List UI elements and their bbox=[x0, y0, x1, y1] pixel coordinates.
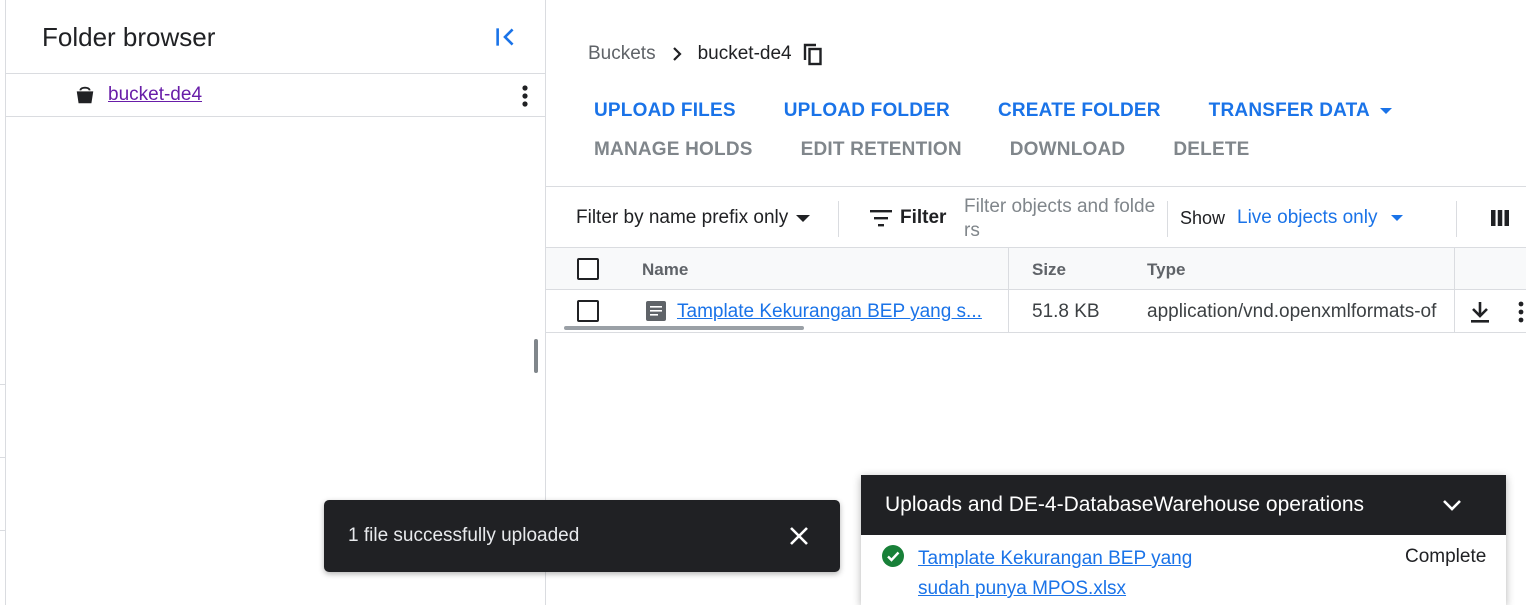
manage-holds-button[interactable]: MANAGE HOLDS bbox=[594, 139, 753, 161]
folder-browser-title: Folder browser bbox=[42, 22, 216, 52]
column-header-size[interactable]: Size bbox=[1032, 260, 1066, 280]
snackbar-message: 1 file successfully uploaded bbox=[348, 525, 580, 546]
chevron-down-icon[interactable] bbox=[1441, 495, 1463, 515]
row-checkbox[interactable] bbox=[577, 300, 599, 322]
uploads-panel-header[interactable]: Uploads and DE-4-DatabaseWarehouse opera… bbox=[861, 475, 1506, 535]
column-divider[interactable] bbox=[1008, 248, 1009, 290]
upload-snackbar: 1 file successfully uploaded bbox=[324, 500, 840, 572]
folder-browser-header: Folder browser bbox=[6, 0, 545, 74]
collapse-panel-icon[interactable] bbox=[492, 24, 518, 50]
more-vert-icon[interactable] bbox=[514, 82, 536, 110]
filter-bar: Filter by name prefix only Filter Filter… bbox=[546, 186, 1526, 248]
upload-folder-button[interactable]: UPLOAD FOLDER bbox=[784, 100, 950, 122]
tree-item-bucket[interactable]: bucket-de4 bbox=[6, 74, 545, 117]
upload-files-button[interactable]: UPLOAD FILES bbox=[594, 100, 736, 122]
uploaded-file-link[interactable]: Tamplate Kekurangan BEP yang sudah punya… bbox=[918, 544, 1218, 604]
dropdown-arrow-icon bbox=[1391, 215, 1404, 221]
copy-icon[interactable] bbox=[802, 42, 824, 66]
upload-status: Complete bbox=[1405, 546, 1487, 567]
bucket-icon bbox=[76, 86, 94, 104]
filter-mode-dropdown[interactable]: Filter by name prefix only bbox=[576, 207, 811, 229]
file-icon bbox=[646, 301, 666, 321]
filter-divider bbox=[1167, 201, 1168, 237]
uploads-panel-title: Uploads and DE-4-DatabaseWarehouse opera… bbox=[885, 493, 1365, 516]
dropdown-arrow-icon bbox=[796, 214, 811, 222]
column-display-icon[interactable] bbox=[1490, 209, 1510, 227]
dropdown-arrow-icon bbox=[1379, 108, 1392, 114]
column-header-type[interactable]: Type bbox=[1147, 260, 1185, 280]
object-type: application/vnd.openxmlformats-of bbox=[1147, 301, 1437, 322]
object-name-link[interactable]: Tamplate Kekurangan BEP yang s... bbox=[677, 301, 985, 323]
horizontal-scrollbar[interactable] bbox=[564, 326, 804, 330]
table-header-row: Name Size Type bbox=[546, 248, 1526, 290]
create-folder-button[interactable]: CREATE FOLDER bbox=[998, 100, 1161, 122]
bucket-link[interactable]: bucket-de4 bbox=[108, 84, 202, 106]
delete-button[interactable]: DELETE bbox=[1173, 139, 1249, 161]
breadcrumb: Buckets bucket-de4 bbox=[588, 42, 824, 66]
download-icon[interactable] bbox=[1469, 300, 1491, 324]
select-all-checkbox[interactable] bbox=[577, 258, 599, 280]
transfer-data-label: TRANSFER DATA bbox=[1208, 100, 1370, 121]
more-vert-icon[interactable] bbox=[1516, 300, 1526, 324]
check-circle-icon bbox=[882, 545, 904, 567]
secondary-actions-row: MANAGE HOLDS EDIT RETENTION DOWNLOAD DEL… bbox=[594, 139, 1298, 161]
download-button[interactable]: DOWNLOAD bbox=[1010, 139, 1126, 161]
filter-list-icon bbox=[870, 210, 892, 227]
column-header-name[interactable]: Name bbox=[642, 260, 688, 280]
object-state-value: Live objects only bbox=[1237, 207, 1378, 228]
filter-search-input[interactable]: Filter objects and folders bbox=[964, 195, 1160, 243]
filter-divider bbox=[1456, 201, 1457, 237]
filter-label: Filter bbox=[900, 207, 947, 228]
breadcrumb-buckets-link[interactable]: Buckets bbox=[588, 43, 656, 65]
primary-actions-row: UPLOAD FILES UPLOAD FOLDER CREATE FOLDER… bbox=[594, 100, 1440, 122]
transfer-data-button[interactable]: TRANSFER DATA bbox=[1209, 100, 1392, 122]
filter-divider bbox=[838, 201, 839, 237]
filter-mode-label: Filter by name prefix only bbox=[576, 207, 789, 228]
column-divider[interactable] bbox=[1454, 248, 1455, 290]
chevron-right-icon bbox=[672, 47, 682, 61]
edit-retention-button[interactable]: EDIT RETENTION bbox=[801, 139, 962, 161]
column-divider bbox=[1454, 290, 1455, 333]
breadcrumb-current-bucket: bucket-de4 bbox=[697, 43, 792, 64]
show-label: Show bbox=[1180, 208, 1226, 228]
close-icon[interactable] bbox=[788, 525, 810, 547]
object-state-dropdown[interactable]: Live objects only bbox=[1237, 207, 1404, 229]
object-size: 51.8 KB bbox=[1032, 301, 1100, 322]
objects-table: Name Size Type Tamplate Kekurangan BEP y… bbox=[546, 248, 1526, 333]
column-divider bbox=[1008, 290, 1009, 333]
uploads-panel: Uploads and DE-4-DatabaseWarehouse opera… bbox=[861, 475, 1506, 605]
panel-resize-handle[interactable] bbox=[534, 339, 538, 373]
